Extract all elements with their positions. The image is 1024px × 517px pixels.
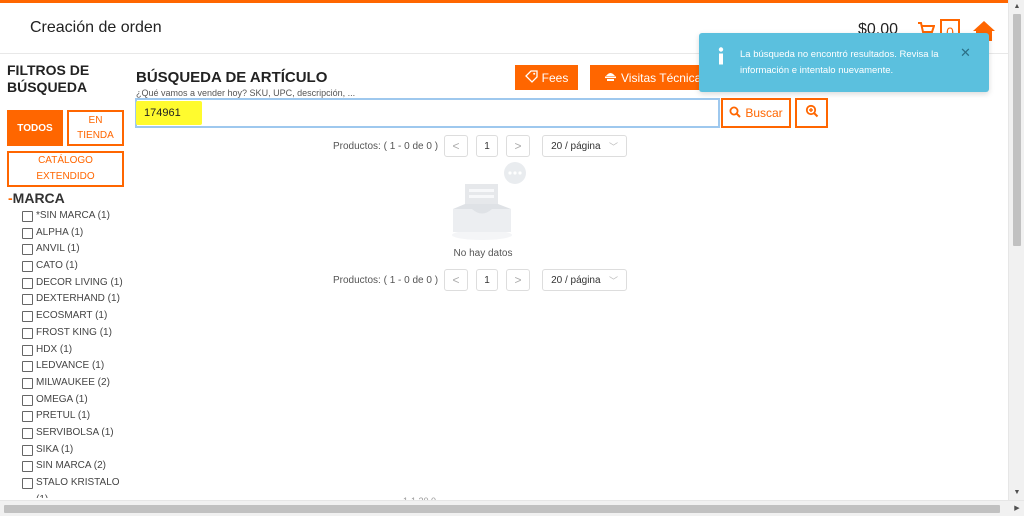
page-size-select[interactable]: 20 / página ﹀ — [542, 135, 628, 157]
checkbox[interactable] — [22, 394, 33, 406]
current-page[interactable]: 1 — [476, 269, 499, 291]
checkbox[interactable] — [22, 344, 33, 356]
technician-icon — [604, 70, 617, 85]
page-size-value: 20 / página — [551, 274, 601, 286]
current-page[interactable]: 1 — [476, 135, 499, 157]
tag-icon — [524, 69, 538, 86]
checkbox[interactable] — [22, 478, 33, 489]
search-input[interactable] — [135, 98, 720, 128]
page-size-select[interactable]: 20 / página ﹀ — [542, 269, 628, 291]
filter-all-button[interactable]: TODOS — [7, 110, 63, 146]
checkbox[interactable] — [22, 411, 33, 423]
brand-label: ALPHA (1) — [36, 226, 84, 238]
empty-state-text: No hay datos — [453, 248, 513, 259]
brand-label: HDX (1) — [36, 343, 73, 355]
brand-filter-item[interactable]: SERVIBOLSA (1) — [22, 425, 132, 442]
scroll-up-arrow[interactable]: ▲ — [1009, 0, 1024, 14]
search-button[interactable]: Buscar — [721, 98, 791, 128]
page-size-value: 20 / página — [551, 140, 601, 152]
pagination-label: Productos: ( 1 - 0 de 0 ) — [333, 140, 439, 152]
checkbox[interactable] — [22, 427, 33, 439]
vertical-scroll-thumb[interactable] — [1013, 14, 1021, 246]
search-icon — [729, 106, 742, 121]
brand-label: SERVIBOLSA (1) — [36, 426, 114, 438]
technical-visits-button[interactable]: Visitas Técnicas — [590, 65, 702, 90]
filters-title: FILTROS DE BÚSQUEDA — [7, 62, 90, 95]
fees-label: Fees — [541, 70, 569, 85]
page-title: Creación de orden — [30, 19, 162, 36]
horizontal-scrollbar[interactable]: ◀ ▶ — [0, 500, 1024, 516]
checkbox[interactable] — [22, 461, 33, 473]
checkbox[interactable] — [22, 277, 33, 289]
brand-label: LEDVANCE (1) — [36, 360, 105, 372]
brand-filter-item[interactable]: SIKA (1) — [22, 442, 132, 459]
brand-label: DECOR LIVING (1) — [36, 276, 123, 288]
search-button-label: Buscar — [745, 106, 783, 120]
chevron-down-icon: ﹀ — [609, 141, 619, 152]
chevron-down-icon: ﹀ — [609, 275, 619, 286]
search-subtitle: ¿Qué vamos a vender hoy? SKU, UPC, descr… — [136, 88, 356, 98]
checkbox[interactable] — [22, 377, 33, 389]
brand-filter-item[interactable]: ECOSMART (1) — [22, 308, 132, 325]
filter-in-store-button[interactable]: EN TIENDA — [67, 110, 124, 146]
brand-label: SIN MARCA (2) — [36, 460, 107, 472]
next-page-button[interactable]: > — [506, 269, 531, 291]
checkbox[interactable] — [22, 444, 33, 456]
fees-button[interactable]: Fees — [515, 65, 578, 90]
checkbox[interactable] — [22, 227, 33, 239]
brand-label: *SIN MARCA (1) — [36, 210, 110, 221]
brand-filter-header[interactable]: -MARCA — [8, 190, 65, 206]
brand-label: PRETUL (1) — [36, 410, 91, 422]
checkbox[interactable] — [22, 361, 33, 373]
brand-filter-label: MARCA — [12, 190, 65, 206]
prev-page-button[interactable]: < — [444, 135, 469, 157]
checkbox[interactable] — [22, 211, 33, 222]
toast-message: La búsqueda no encontró resultados. Revi… — [740, 49, 939, 76]
brand-filter-item[interactable]: *SIN MARCA (1) — [22, 208, 132, 225]
pagination-label: Productos: ( 1 - 0 de 0 ) — [333, 274, 439, 286]
brand-label: STALO KRISTALO (1) — [36, 477, 120, 498]
info-toast: La búsqueda no encontró resultados. Revi… — [699, 33, 989, 92]
brand-label: DEXTERHAND (1) — [36, 293, 120, 305]
pagination-bottom: Productos: ( 1 - 0 de 0 ) < 1 > 20 / pág… — [333, 268, 628, 292]
zoom-in-icon — [805, 104, 819, 123]
checkbox[interactable] — [22, 294, 33, 306]
brand-label: MILWAUKEE (2) — [36, 376, 110, 388]
filter-extended-catalog-button[interactable]: CATÁLOGO EXTENDIDO — [7, 151, 124, 187]
technical-visits-label: Visitas Técnicas — [621, 70, 702, 85]
brand-filter-item[interactable]: LEDVANCE (1) — [22, 358, 132, 375]
search-title: BÚSQUEDA DE ARTÍCULO — [136, 69, 328, 86]
prev-page-button[interactable]: < — [444, 269, 469, 291]
brand-filter-item[interactable]: PRETUL (1) — [22, 408, 132, 425]
horizontal-scroll-thumb[interactable] — [4, 505, 1000, 513]
vertical-scrollbar[interactable]: ▲ ▼ — [1008, 0, 1024, 500]
brand-filter-item[interactable]: FROST KING (1) — [22, 325, 132, 342]
brand-label: FROST KING (1) — [36, 326, 112, 338]
pagination-top: Productos: ( 1 - 0 de 0 ) < 1 > 20 / pág… — [333, 134, 628, 158]
brand-filter-item[interactable]: HDX (1) — [22, 342, 132, 359]
scroll-right-arrow[interactable]: ▶ — [1010, 501, 1024, 517]
scroll-down-arrow[interactable]: ▼ — [1009, 486, 1024, 500]
advanced-search-button[interactable] — [795, 98, 828, 128]
checkbox[interactable] — [22, 311, 33, 323]
brand-label: CATO (1) — [36, 260, 78, 272]
empty-box-icon — [448, 162, 528, 247]
info-icon — [717, 47, 725, 70]
brand-filter-item[interactable]: DECOR LIVING (1) — [22, 275, 132, 292]
next-page-button[interactable]: > — [506, 135, 531, 157]
checkbox[interactable] — [22, 261, 33, 273]
brand-label: ECOSMART (1) — [36, 310, 108, 322]
brand-label: OMEGA (1) — [36, 393, 88, 405]
brand-filter-item[interactable]: ALPHA (1) — [22, 225, 132, 242]
brand-filter-item[interactable]: MILWAUKEE (2) — [22, 375, 132, 392]
close-icon[interactable]: ✕ — [960, 45, 971, 61]
brand-filter-item[interactable]: DEXTERHAND (1) — [22, 291, 132, 308]
brand-label: SIKA (1) — [36, 443, 74, 455]
brand-filter-item[interactable]: OMEGA (1) — [22, 392, 132, 409]
search-input-value[interactable]: 174961 — [136, 101, 202, 125]
brand-filter-item[interactable]: SIN MARCA (2) — [22, 458, 132, 475]
brand-filter-item[interactable]: STALO KRISTALO (1) — [22, 475, 132, 498]
checkbox[interactable] — [22, 327, 33, 339]
brand-filter-item[interactable]: CATO (1) — [22, 258, 132, 275]
